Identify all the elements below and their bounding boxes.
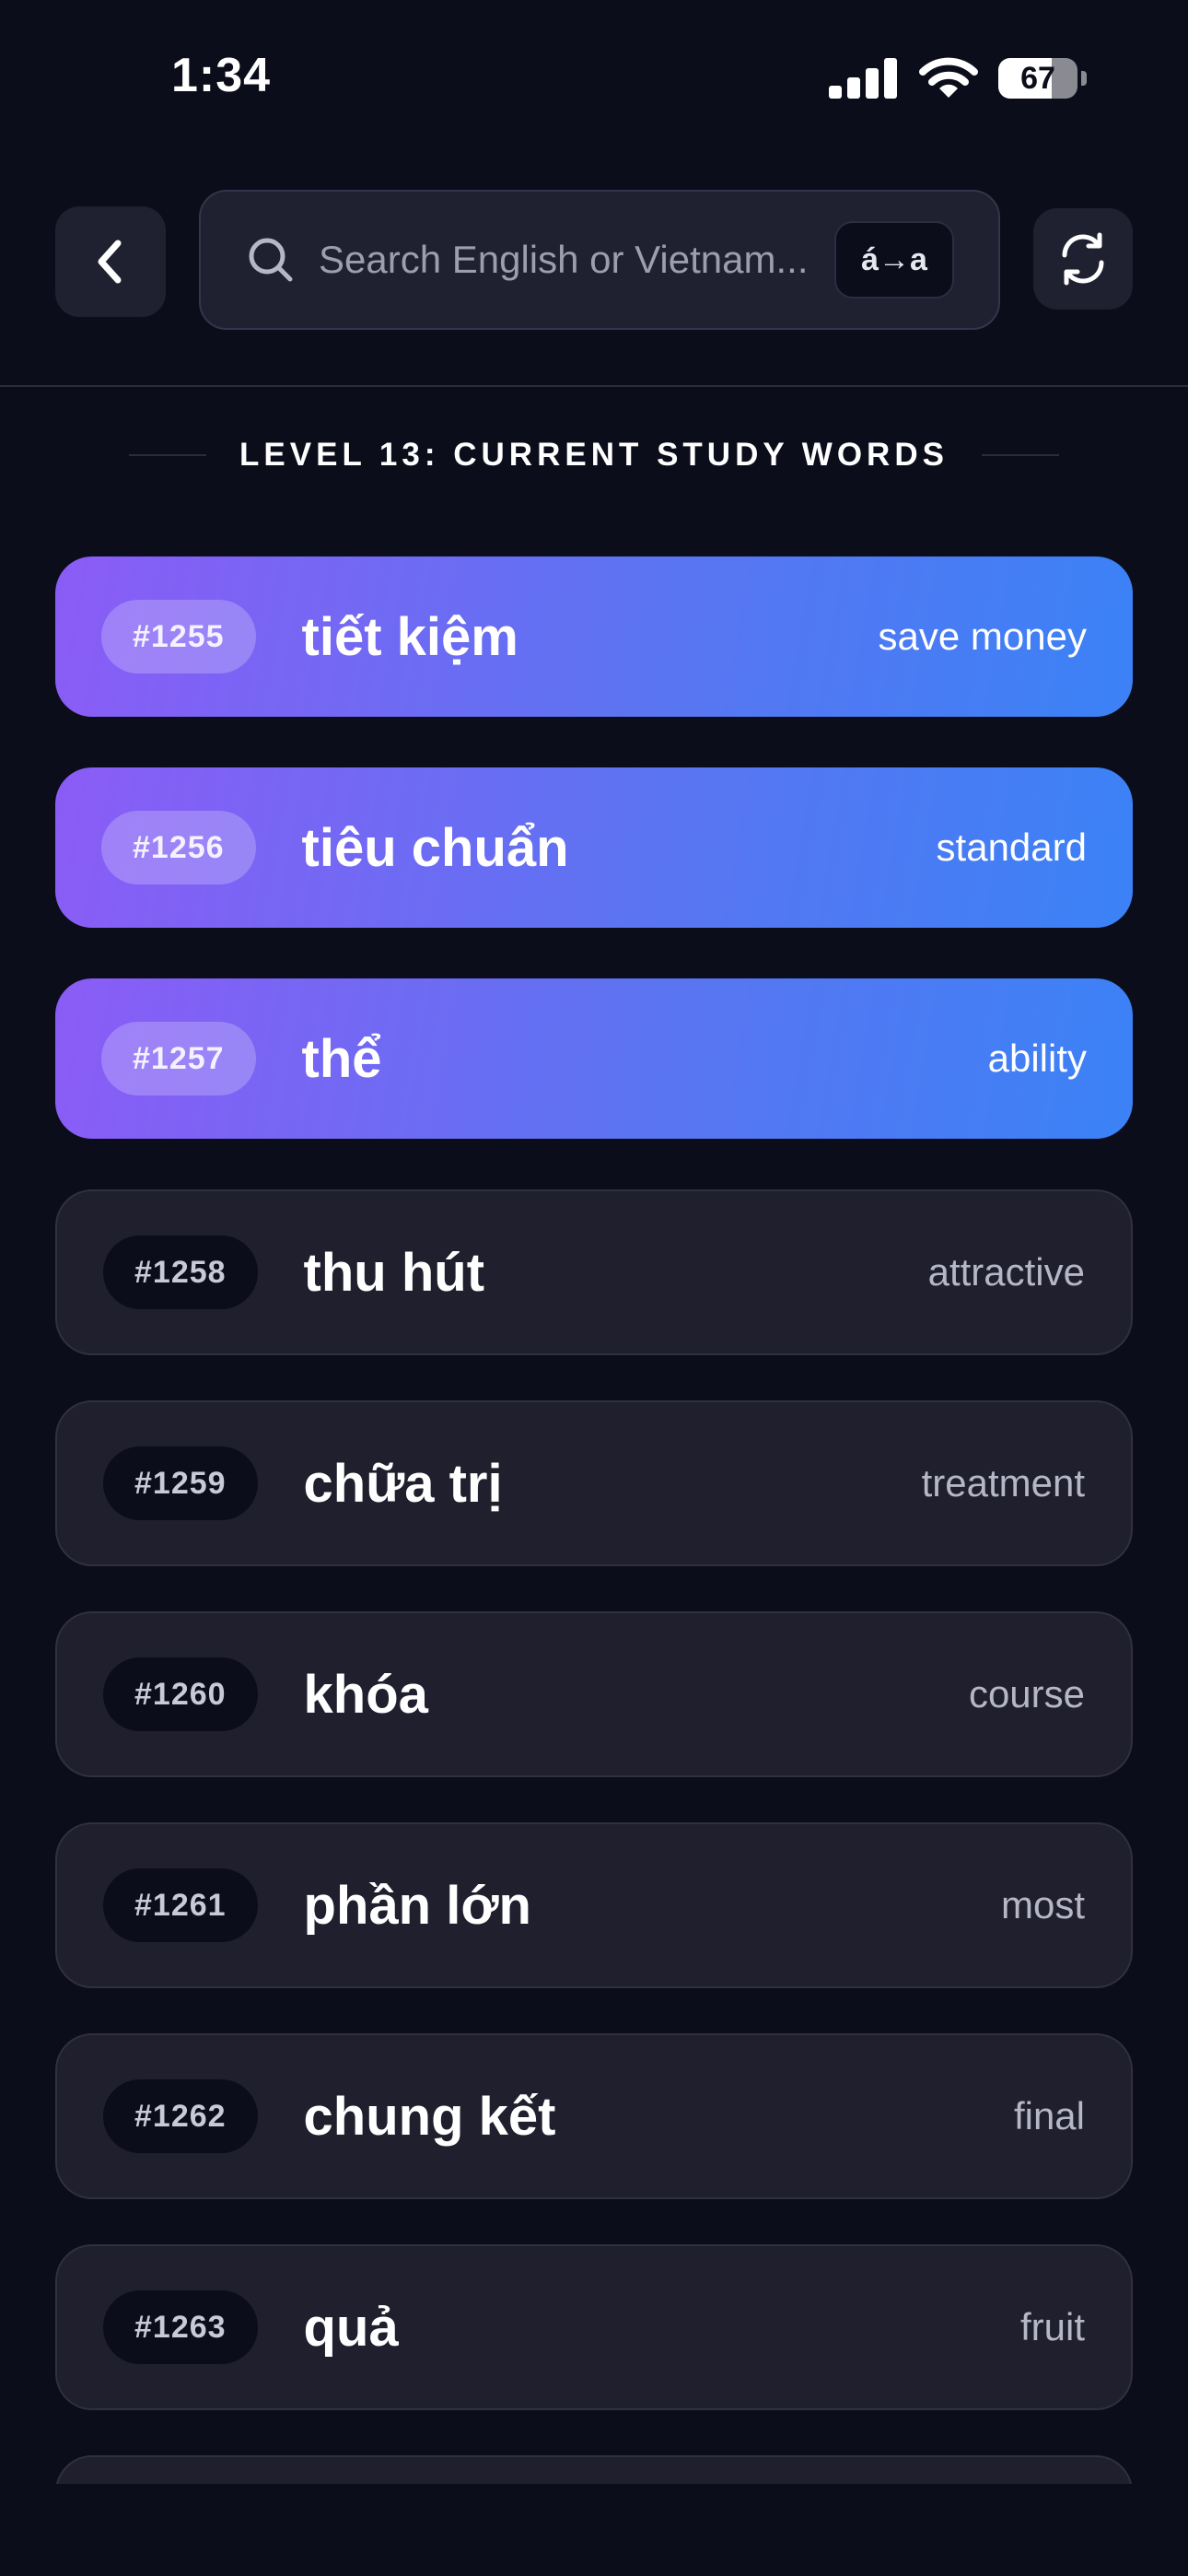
word-list: #1255 tiết kiệm save money #1256 tiêu chuẩn s… <box>55 556 1133 2484</box>
section-rule-left <box>129 454 207 456</box>
battery-icon: 67 <box>998 58 1077 99</box>
search-placeholder: Search English or Vietnam... <box>319 238 809 281</box>
search-input[interactable]: Search English or Vietnam... á→a <box>199 190 1000 330</box>
word-card[interactable]: #1256 tiêu chuẩn standard <box>55 767 1133 928</box>
word-english: ability <box>987 1036 1087 1080</box>
search-icon <box>249 238 293 282</box>
word-card[interactable]: #1260 khóa course <box>55 1611 1133 1777</box>
word-english: treatment <box>921 1461 1085 1505</box>
word-card[interactable]: #1255 tiết kiệm save money <box>55 556 1133 717</box>
word-card[interactable]: #1261 phần lớn most <box>55 1822 1133 1988</box>
word-number-badge: #1263 <box>103 2290 258 2364</box>
diacritic-toggle-button[interactable]: á→a <box>834 221 954 299</box>
word-card-partial[interactable] <box>55 2455 1133 2484</box>
word-english: save money <box>878 615 1087 658</box>
word-number-badge: #1260 <box>103 1657 258 1731</box>
cellular-signal-icon <box>829 58 897 99</box>
word-vietnamese: thể <box>301 1028 382 1089</box>
word-card[interactable]: #1262 chung kết final <box>55 2033 1133 2199</box>
word-vietnamese: chữa trị <box>303 1453 503 1514</box>
refresh-button[interactable] <box>1033 208 1133 310</box>
word-vietnamese: thu hút <box>303 1242 485 1303</box>
word-english: attractive <box>927 1250 1085 1294</box>
word-number-badge: #1256 <box>101 811 256 884</box>
word-vietnamese: tiêu chuẩn <box>301 817 569 878</box>
word-number-badge: #1257 <box>101 1022 256 1095</box>
status-time: 1:34 <box>171 49 272 102</box>
word-vietnamese: khóa <box>303 1664 428 1725</box>
battery-percentage: 67 <box>1020 60 1055 96</box>
word-card[interactable]: #1258 thu hút attractive <box>55 1189 1133 1355</box>
refresh-icon <box>1062 232 1104 286</box>
word-number-badge: #1259 <box>103 1446 258 1520</box>
word-number-badge: #1255 <box>101 600 256 673</box>
word-vietnamese: quả <box>303 2297 399 2358</box>
word-number-badge: #1258 <box>103 1235 258 1309</box>
word-english: course <box>968 1672 1085 1715</box>
word-number-badge: #1261 <box>103 1868 258 1942</box>
section-heading: LEVEL 13: CURRENT STUDY WORDS <box>0 437 1188 474</box>
battery-tip <box>1081 71 1087 86</box>
section-title: LEVEL 13: CURRENT STUDY WORDS <box>239 437 949 473</box>
word-vietnamese: chung kết <box>303 2086 556 2147</box>
word-card[interactable]: #1263 quả fruit <box>55 2244 1133 2410</box>
word-card[interactable]: #1259 chữa trị treatment <box>55 1400 1133 1566</box>
word-vietnamese: phần lớn <box>303 1875 531 1936</box>
word-english: standard <box>936 825 1087 869</box>
word-vietnamese: tiết kiệm <box>301 606 518 667</box>
word-card[interactable]: #1257 thể ability <box>55 978 1133 1139</box>
back-button[interactable] <box>55 206 166 317</box>
chevron-left-icon <box>98 240 122 284</box>
word-english: fruit <box>1019 2305 1085 2348</box>
section-rule-right <box>981 454 1059 456</box>
header-divider <box>0 385 1188 387</box>
status-icons: 67 <box>829 57 1087 100</box>
word-number-badge: #1262 <box>103 2079 258 2153</box>
word-english: final <box>1013 2094 1085 2137</box>
wifi-icon <box>919 57 978 98</box>
word-english: most <box>1000 1883 1085 1926</box>
word-list-screen: 1:34 67 Search English or Vietnam... á→a… <box>0 0 1188 2576</box>
